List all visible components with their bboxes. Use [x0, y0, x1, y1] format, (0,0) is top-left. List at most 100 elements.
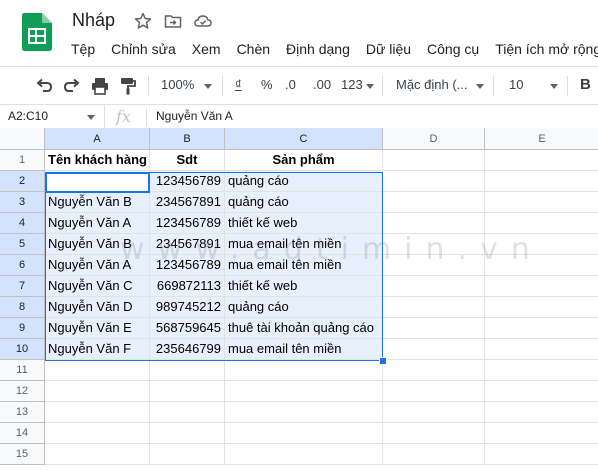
row-header-3[interactable]: 3 — [0, 192, 45, 213]
cloud-status-icon[interactable] — [194, 12, 212, 30]
cell-c11[interactable] — [225, 360, 383, 381]
cell-b2[interactable]: 123456789 — [150, 171, 225, 192]
cell-e13[interactable] — [485, 402, 598, 423]
row-header-6[interactable]: 6 — [0, 255, 45, 276]
row-header-10[interactable]: 10 — [0, 339, 45, 360]
row-header-15[interactable]: 15 — [0, 444, 45, 465]
cell-e12[interactable] — [485, 381, 598, 402]
menu-view[interactable]: Xem — [184, 38, 229, 60]
cell-b15[interactable] — [150, 444, 225, 465]
cell-e8[interactable] — [485, 297, 598, 318]
column-header-e[interactable]: E — [485, 128, 598, 150]
cell-d4[interactable] — [383, 213, 485, 234]
cell-d1[interactable] — [383, 150, 485, 171]
cell-d7[interactable] — [383, 276, 485, 297]
row-header-5[interactable]: 5 — [0, 234, 45, 255]
cell-d9[interactable] — [383, 318, 485, 339]
print-icon[interactable] — [90, 76, 110, 96]
cell-e11[interactable] — [485, 360, 598, 381]
cell-e10[interactable] — [485, 339, 598, 360]
cell-a1[interactable]: Tên khách hàng — [45, 150, 150, 171]
cell-c3[interactable]: quảng cáo — [225, 192, 383, 213]
cell-e7[interactable] — [485, 276, 598, 297]
cell-d2[interactable] — [383, 171, 485, 192]
cell-e2[interactable] — [485, 171, 598, 192]
cell-a8[interactable]: Nguyễn Văn D — [45, 297, 150, 318]
document-title[interactable]: Nháp — [72, 10, 115, 31]
cell-b14[interactable] — [150, 423, 225, 444]
formula-input[interactable]: Nguyễn Văn A — [156, 109, 233, 123]
increase-decimal-button[interactable]: .00 — [313, 75, 331, 95]
cell-e14[interactable] — [485, 423, 598, 444]
row-header-8[interactable]: 8 — [0, 297, 45, 318]
decrease-decimal-button[interactable]: .0 — [285, 75, 296, 95]
cell-b3[interactable]: 234567891 — [150, 192, 225, 213]
cell-a3[interactable]: Nguyễn Văn B — [45, 192, 150, 213]
menu-extensions[interactable]: Tiện ích mở rộng — [487, 38, 598, 60]
zoom-dropdown-arrow-icon[interactable] — [204, 84, 212, 89]
row-header-14[interactable]: 14 — [0, 423, 45, 444]
menu-insert[interactable]: Chèn — [229, 38, 278, 60]
menu-tools[interactable]: Công cụ — [419, 38, 487, 60]
cell-c2[interactable]: quảng cáo — [225, 171, 383, 192]
row-header-4[interactable]: 4 — [0, 213, 45, 234]
cell-b11[interactable] — [150, 360, 225, 381]
font-size-dropdown-arrow-icon[interactable] — [550, 84, 558, 89]
name-box[interactable]: A2:C10 — [0, 105, 105, 129]
move-folder-icon[interactable] — [164, 12, 182, 30]
font-size-select[interactable]: 10 — [509, 75, 523, 95]
more-formats-button[interactable]: 123 — [341, 75, 363, 95]
cell-e15[interactable] — [485, 444, 598, 465]
cell-b9[interactable]: 568759645 — [150, 318, 225, 339]
name-box-dropdown-icon[interactable] — [87, 115, 95, 120]
cell-a9[interactable]: Nguyễn Văn E — [45, 318, 150, 339]
row-header-9[interactable]: 9 — [0, 318, 45, 339]
cell-d11[interactable] — [383, 360, 485, 381]
menu-edit[interactable]: Chỉnh sửa — [103, 38, 184, 60]
cell-b10[interactable]: 235646799 — [150, 339, 225, 360]
cell-e1[interactable] — [485, 150, 598, 171]
cell-d8[interactable] — [383, 297, 485, 318]
cell-e4[interactable] — [485, 213, 598, 234]
row-header-11[interactable]: 11 — [0, 360, 45, 381]
currency-format-button[interactable]: ₫ — [235, 75, 242, 95]
menu-file[interactable]: Tệp — [63, 38, 103, 60]
cell-e3[interactable] — [485, 192, 598, 213]
zoom-select[interactable]: 100% — [161, 75, 194, 95]
cell-d13[interactable] — [383, 402, 485, 423]
cell-c13[interactable] — [225, 402, 383, 423]
redo-icon[interactable] — [62, 76, 82, 96]
column-header-d[interactable]: D — [383, 128, 485, 150]
row-header-12[interactable]: 12 — [0, 381, 45, 402]
star-icon[interactable] — [134, 12, 152, 30]
select-all-corner[interactable] — [0, 128, 45, 150]
font-family-select[interactable]: Mặc định (... — [396, 75, 468, 95]
cell-c10[interactable]: mua email tên miền — [225, 339, 383, 360]
cell-c7[interactable]: thiết kế web — [225, 276, 383, 297]
cell-a11[interactable] — [45, 360, 150, 381]
column-header-c[interactable]: C — [225, 128, 383, 150]
cell-c15[interactable] — [225, 444, 383, 465]
undo-icon[interactable] — [34, 76, 54, 96]
cell-d3[interactable] — [383, 192, 485, 213]
cell-c8[interactable]: quảng cáo — [225, 297, 383, 318]
cell-d14[interactable] — [383, 423, 485, 444]
cell-c1[interactable]: Sản phẩm — [225, 150, 383, 171]
row-header-2[interactable]: 2 — [0, 171, 45, 192]
cell-b1[interactable]: Sdt — [150, 150, 225, 171]
row-header-7[interactable]: 7 — [0, 276, 45, 297]
cell-d12[interactable] — [383, 381, 485, 402]
cell-a12[interactable] — [45, 381, 150, 402]
column-header-a[interactable]: A — [45, 128, 150, 150]
cell-c4[interactable]: thiết kế web — [225, 213, 383, 234]
cell-a15[interactable] — [45, 444, 150, 465]
cell-a7[interactable]: Nguyễn Văn C — [45, 276, 150, 297]
cell-a10[interactable]: Nguyễn Văn F — [45, 339, 150, 360]
fill-handle[interactable] — [379, 357, 387, 365]
font-dropdown-arrow-icon[interactable] — [476, 84, 484, 89]
cell-a13[interactable] — [45, 402, 150, 423]
paint-format-icon[interactable] — [118, 76, 138, 96]
cell-a2[interactable]: Nguyễn Văn A — [45, 171, 150, 192]
cell-d10[interactable] — [383, 339, 485, 360]
bold-button[interactable]: B — [580, 75, 591, 95]
